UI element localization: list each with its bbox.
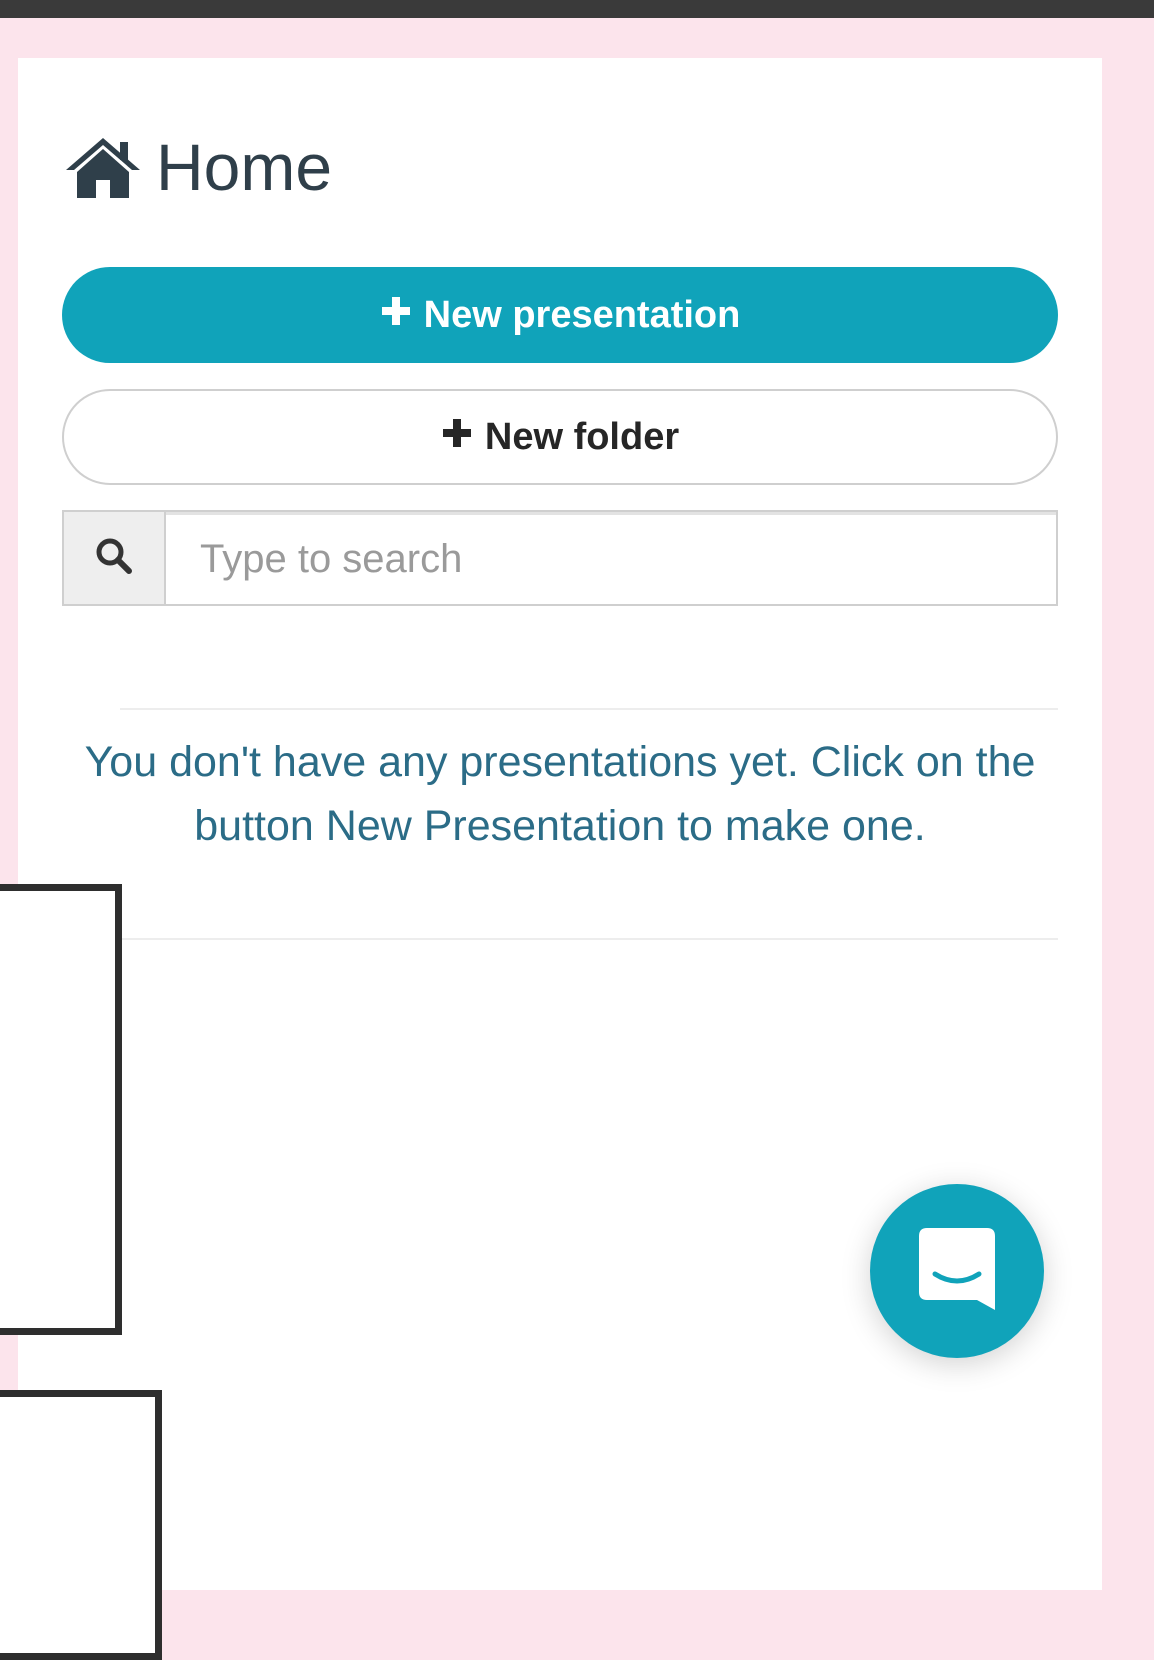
top-bar <box>0 0 1154 18</box>
new-presentation-button[interactable]: New presentation <box>62 267 1058 363</box>
page-title: Home <box>64 130 332 204</box>
divider-bottom <box>120 938 1058 940</box>
new-presentation-label: New presentation <box>423 293 741 336</box>
search-input[interactable] <box>166 512 1056 604</box>
divider-top <box>120 708 1058 710</box>
plus-icon <box>441 416 473 459</box>
new-folder-button[interactable]: New folder <box>62 389 1058 485</box>
search-icon <box>94 536 134 581</box>
empty-state-message: You don't have any presentations yet. Cl… <box>84 738 1036 850</box>
home-icon <box>64 134 142 200</box>
plus-icon <box>380 294 412 337</box>
overlay-panel-upper <box>0 884 122 1335</box>
search-addon <box>64 512 166 604</box>
chat-launcher-button[interactable] <box>870 1184 1044 1358</box>
overlay-panel-lower <box>0 1390 162 1660</box>
chat-bubble-icon <box>915 1224 999 1319</box>
new-folder-label: New folder <box>484 415 680 458</box>
page-title-text: Home <box>156 130 333 204</box>
search-group <box>62 510 1058 606</box>
